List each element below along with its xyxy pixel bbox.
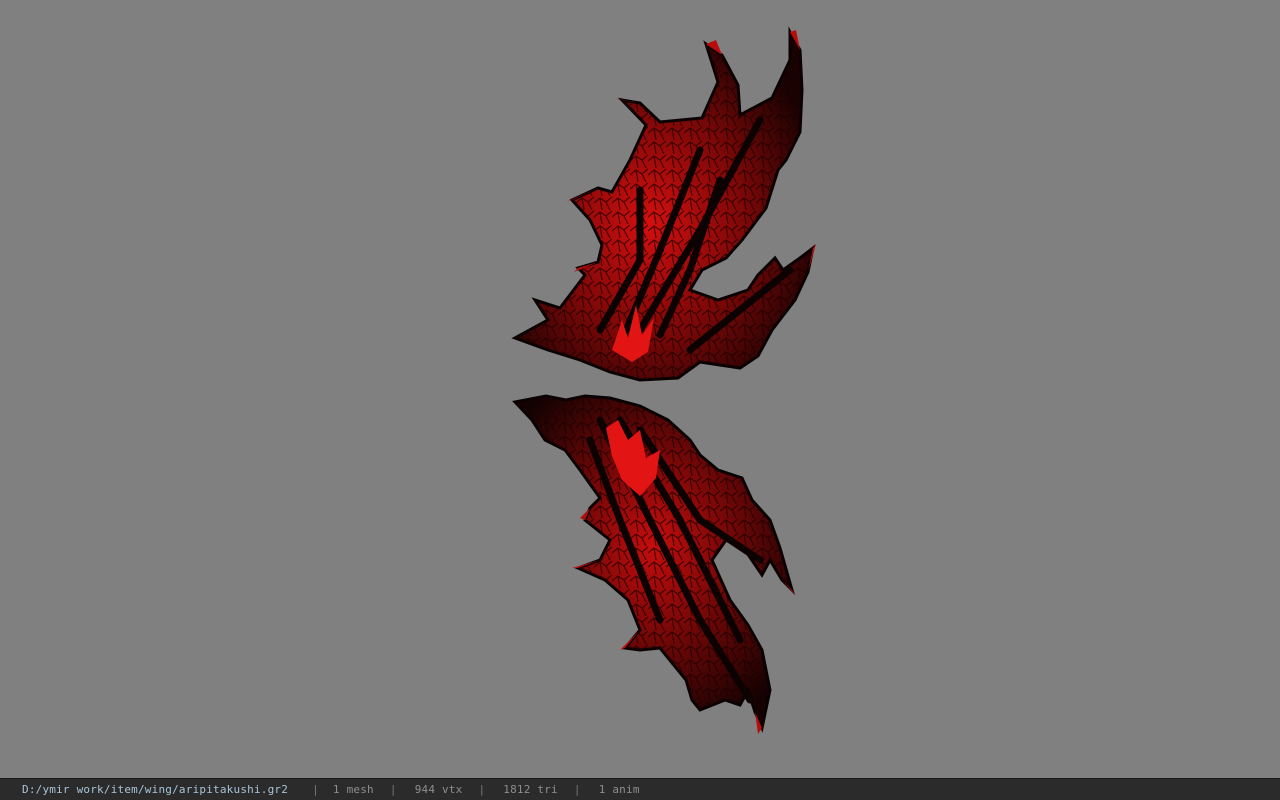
separator: |	[389, 783, 397, 796]
triangle-count: 1812 tri	[503, 783, 558, 796]
file-path: D:/ymir work/item/wing/aripitakushi.gr2	[22, 783, 289, 796]
lower-wing	[512, 394, 796, 734]
mesh-count: 1 mesh	[332, 783, 374, 796]
separator: |	[312, 783, 319, 796]
status-bar: D:/ymir work/item/wing/aripitakushi.gr2 …	[0, 778, 1280, 800]
vertex-count: 944 vtx	[414, 783, 463, 796]
wing-model-render[interactable]	[0, 0, 1280, 778]
separator: |	[573, 783, 581, 796]
3d-viewport[interactable]	[0, 0, 1280, 778]
separator: |	[478, 783, 486, 796]
anim-count: 1 anim	[598, 783, 640, 796]
upper-wing	[511, 26, 816, 382]
